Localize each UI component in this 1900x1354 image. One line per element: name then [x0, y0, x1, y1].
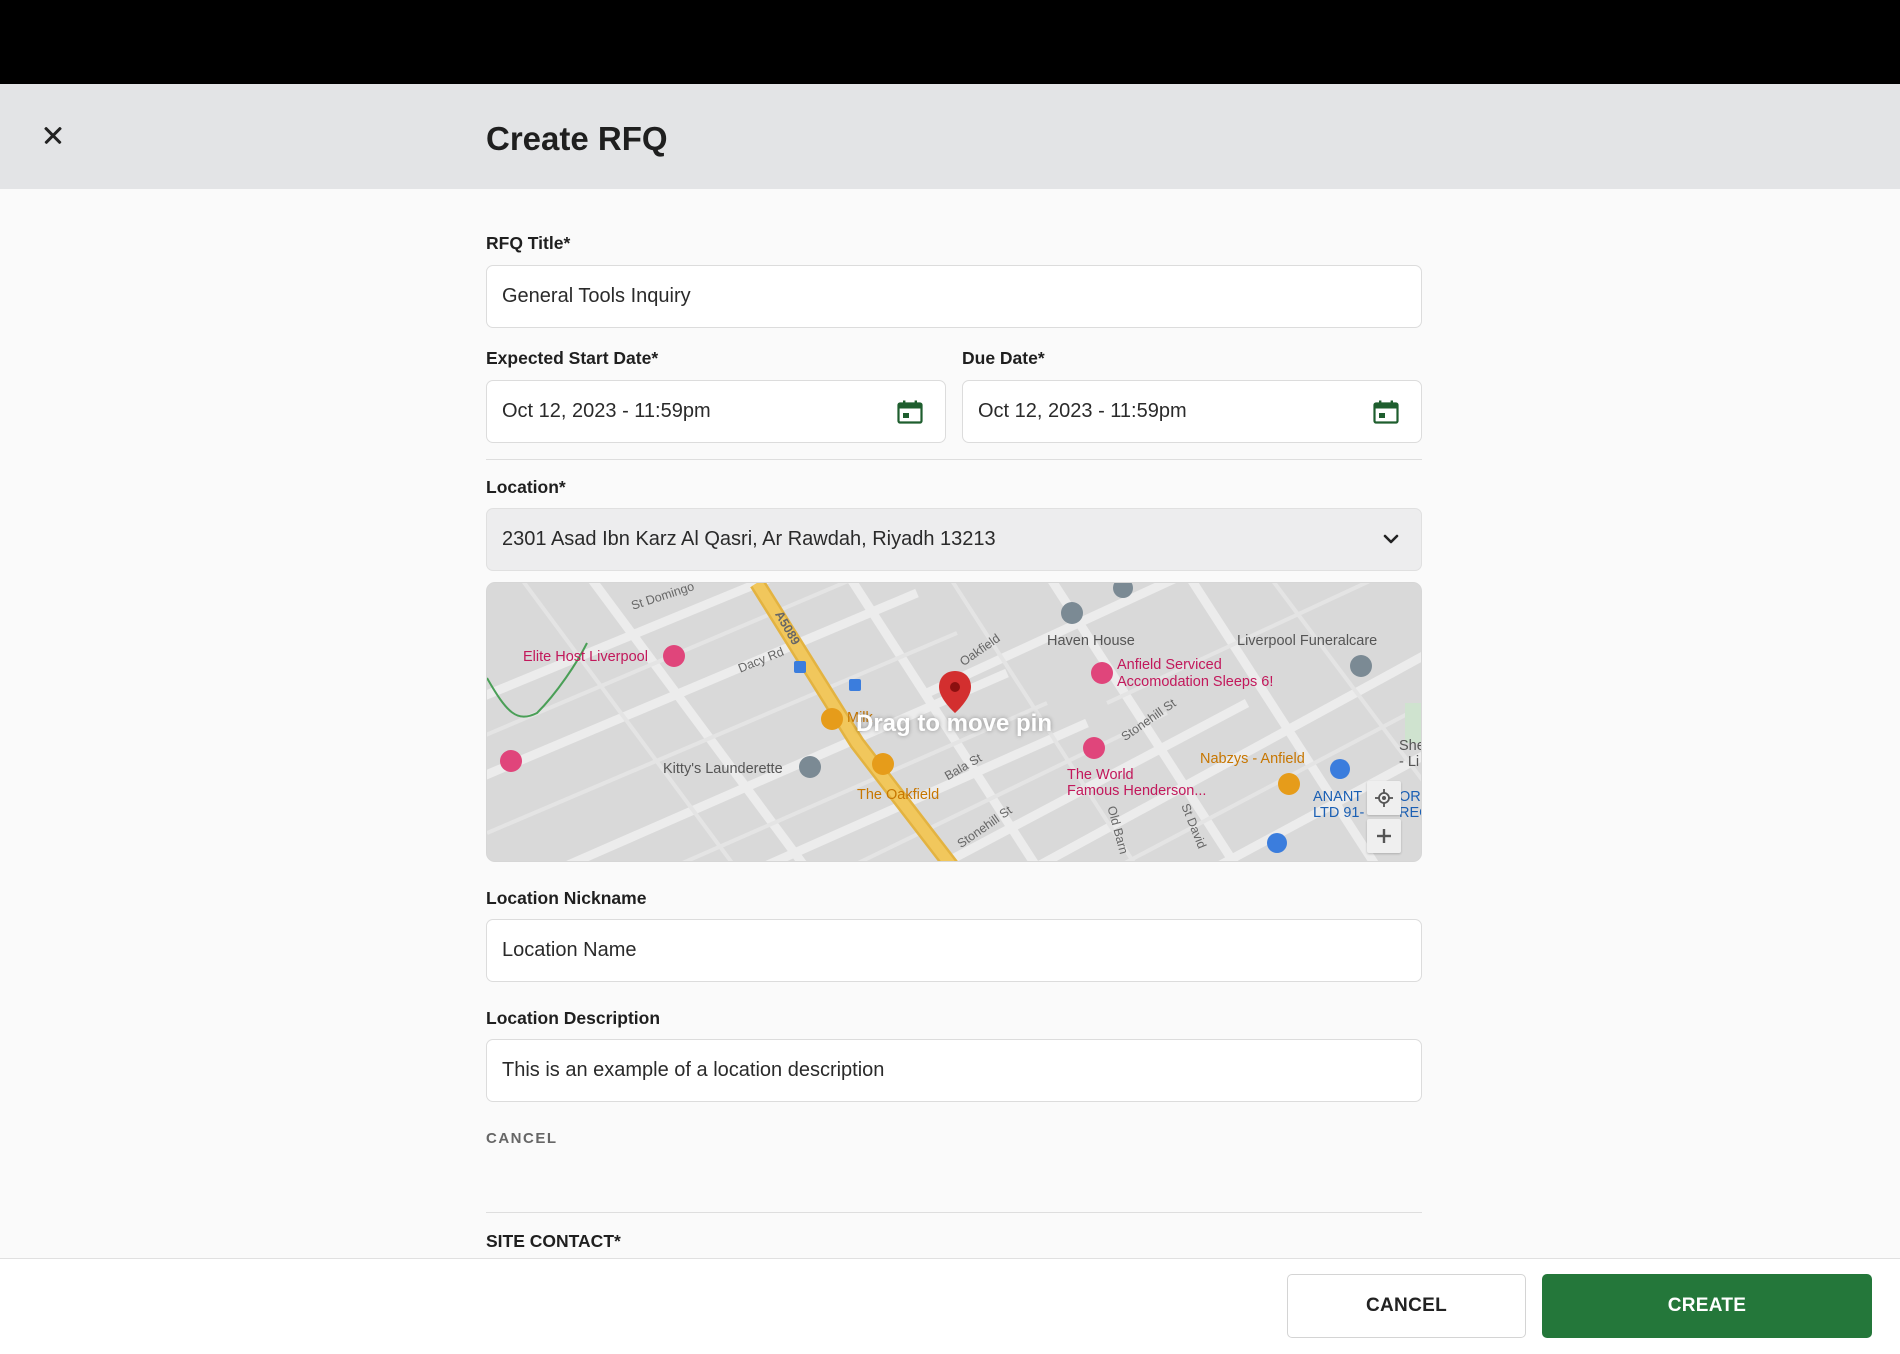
location-select[interactable]: 2301 Asad Ibn Karz Al Qasri, Ar Rawdah, … — [486, 508, 1422, 571]
divider — [486, 1212, 1422, 1213]
rfq-title-label: RFQ Title* — [486, 233, 571, 253]
map-label: Liverpool Funeralcare — [1237, 633, 1378, 649]
close-icon[interactable] — [38, 120, 68, 150]
map-label: Accomodation Sleeps 6! — [1117, 674, 1274, 690]
chevron-down-icon — [1383, 534, 1399, 544]
location-label: Location* — [486, 477, 566, 497]
due-date-label: Due Date* — [962, 348, 1045, 368]
map-label: Haven House — [1047, 633, 1135, 649]
map-label: Famous Henderson... — [1067, 783, 1207, 799]
location-nickname-label: Location Nickname — [486, 888, 647, 908]
location-map[interactable]: St Domingo A5089 Elite Host Liverpool Da… — [486, 582, 1422, 862]
cancel-location-link[interactable]: CANCEL — [486, 1130, 558, 1147]
map-label: Kitty's Launderette — [663, 761, 783, 777]
due-date-input[interactable]: Oct 12, 2023 - 11:59pm — [962, 380, 1422, 443]
location-description-input[interactable]: This is an example of a location descrip… — [486, 1039, 1422, 1102]
map-label: REC — [1399, 805, 1421, 821]
map-label: LTD 91- — [1313, 805, 1365, 821]
map-label: Elite Host Liverpool — [523, 649, 648, 665]
location-nickname-placeholder: Location Name — [502, 939, 637, 961]
map-label: The World — [1067, 767, 1134, 783]
location-description-label: Location Description — [486, 1008, 661, 1028]
location-nickname-input[interactable]: Location Name — [486, 919, 1422, 982]
divider — [486, 459, 1422, 460]
calendar-icon[interactable] — [897, 400, 923, 424]
map-label: ANANT — [1313, 789, 1363, 805]
rfq-title-input[interactable]: General Tools Inquiry — [486, 265, 1422, 328]
map-label: The Oakfield — [857, 787, 940, 803]
map-label: Anfield Serviced — [1117, 657, 1222, 673]
plus-icon — [1377, 829, 1391, 843]
calendar-icon[interactable] — [1373, 400, 1399, 424]
map-label: She — [1399, 738, 1421, 754]
page-title: Create RFQ — [486, 120, 668, 157]
start-date-value: Oct 12, 2023 - 11:59pm — [502, 400, 711, 422]
site-contact-label: SITE CONTACT* — [486, 1231, 621, 1251]
zoom-in-button[interactable] — [1367, 819, 1401, 853]
location-description-value: This is an example of a location descrip… — [502, 1059, 885, 1081]
location-value: 2301 Asad Ibn Karz Al Qasri, Ar Rawdah, … — [502, 528, 996, 550]
start-date-label: Expected Start Date* — [486, 348, 659, 368]
crosshair-icon — [1375, 789, 1393, 807]
my-location-button[interactable] — [1367, 781, 1401, 815]
map-label: - Li — [1399, 754, 1420, 770]
due-date-value: Oct 12, 2023 - 11:59pm — [978, 400, 1187, 422]
map-drag-hint: Drag to move pin — [855, 710, 1053, 737]
create-button[interactable]: CREATE — [1542, 1274, 1872, 1338]
top-bar — [0, 0, 1900, 84]
map-label: Nabzys - Anfield — [1200, 751, 1305, 767]
rfq-title-value: General Tools Inquiry — [502, 285, 691, 307]
cancel-button[interactable]: CANCEL — [1287, 1274, 1526, 1338]
start-date-input[interactable]: Oct 12, 2023 - 11:59pm — [486, 380, 946, 443]
map-label: OR — [1399, 789, 1421, 805]
modal-header — [0, 84, 1900, 189]
